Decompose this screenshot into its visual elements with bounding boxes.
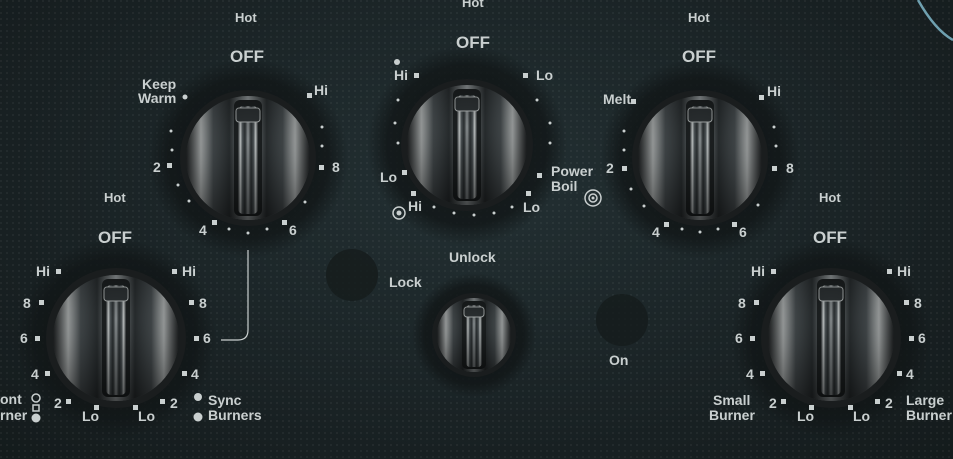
panel-graphics (16, 0, 953, 438)
knob-off-label: OFF (98, 228, 132, 247)
setting-2-label: 2 (153, 159, 161, 175)
large-burner-label: Large (906, 392, 945, 408)
setting-2-label: 2 (769, 395, 777, 411)
small-burner-label-2: Burner (709, 407, 755, 423)
knob-front-left[interactable] (180, 90, 316, 226)
sync-burners-label-2: Burners (208, 407, 262, 423)
hi-label: Hi (408, 198, 422, 214)
setting-8-label: 8 (199, 295, 207, 311)
lock-touch-area[interactable] (326, 249, 378, 301)
setting-4-label: 4 (906, 366, 914, 382)
hot-indicator-label: Hot (819, 190, 841, 205)
setting-6-label: 6 (289, 222, 297, 238)
setting-8-label: 8 (786, 160, 794, 176)
knob-front-right[interactable] (761, 268, 901, 408)
large-burner-label-2: Burner (906, 407, 952, 423)
knob-center-bridge[interactable] (401, 79, 533, 211)
hi-label: Hi (394, 67, 408, 83)
front-burner-label: ont (0, 391, 22, 407)
hi-label: Hi (314, 82, 328, 98)
setting-4-label: 4 (199, 222, 207, 238)
setting-4-label: 4 (746, 366, 754, 382)
hot-indicator-label: Hot (688, 10, 710, 25)
lo-label: Lo (138, 408, 156, 424)
hot-indicator-label: Hot (235, 10, 257, 25)
hi-label: Hi (182, 263, 196, 279)
setting-8-label: 8 (914, 295, 922, 311)
lo-label: Lo (523, 199, 541, 215)
cooktop-control-panel: Hot OFF Keep Warm Hi 8 6 4 2 Hot OFF Hi … (0, 0, 953, 459)
lo-label: Lo (536, 67, 554, 83)
lock-label: Lock (389, 274, 422, 290)
hi-label: Hi (767, 83, 781, 99)
setting-4-label: 4 (191, 366, 199, 382)
melt-label: Melt (603, 91, 631, 107)
knob-front-left-bottom[interactable] (46, 268, 186, 408)
setting-2-label: 2 (170, 395, 178, 411)
setting-2-label: 2 (54, 395, 62, 411)
setting-8-label: 8 (332, 159, 340, 175)
lo-label: Lo (853, 408, 871, 424)
setting-6-label: 6 (739, 224, 747, 240)
keep-warm-label-2: Warm (138, 90, 177, 106)
sync-burners-label: Sync (208, 392, 242, 408)
small-burner-label: Small (713, 392, 751, 408)
lo-label: Lo (82, 408, 100, 424)
setting-4-label: 4 (31, 366, 39, 382)
knob-rear-right[interactable] (632, 90, 768, 226)
setting-8-label: 8 (738, 295, 746, 311)
hot-indicator-label: Hot (462, 0, 484, 10)
lo-label: Lo (797, 408, 815, 424)
knob-lock[interactable] (432, 293, 516, 377)
setting-4-label: 4 (652, 224, 660, 240)
on-touch-area[interactable] (596, 294, 648, 346)
power-boil-label-2: Boil (551, 178, 578, 194)
hot-indicator-label: Hot (104, 190, 126, 205)
unlock-label: Unlock (449, 249, 496, 265)
setting-2-label: 2 (606, 160, 614, 176)
lo-label: Lo (380, 169, 398, 185)
setting-6-label: 6 (918, 330, 926, 346)
knob-off-label: OFF (813, 228, 847, 247)
hi-label: Hi (751, 263, 765, 279)
setting-6-label: 6 (203, 330, 211, 346)
knob-off-label: OFF (230, 47, 264, 66)
hi-label: Hi (36, 263, 50, 279)
setting-8-label: 8 (23, 295, 31, 311)
on-label: On (609, 352, 629, 368)
knob-off-label: OFF (682, 47, 716, 66)
knob-off-label: OFF (456, 33, 490, 52)
power-boil-label: Power (551, 163, 594, 179)
front-burner-label-2: rner (0, 407, 28, 423)
setting-6-label: 6 (735, 330, 743, 346)
hi-label: Hi (897, 263, 911, 279)
setting-6-label: 6 (20, 330, 28, 346)
setting-2-label: 2 (885, 395, 893, 411)
accent-ring-arc (916, 0, 953, 42)
